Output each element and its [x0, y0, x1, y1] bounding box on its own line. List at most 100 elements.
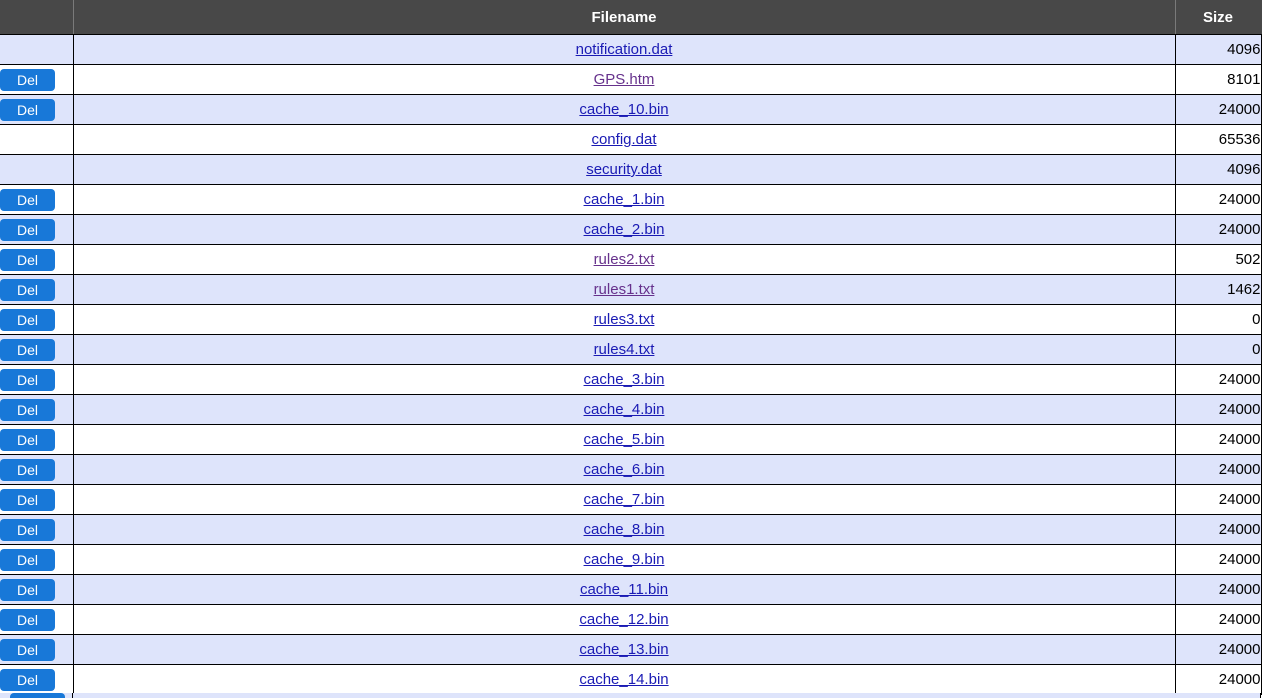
file-link[interactable]: cache_12.bin — [579, 611, 668, 628]
row-action-cell: Del — [0, 634, 74, 665]
row-size-cell: 4096 — [1175, 34, 1262, 65]
delete-button[interactable]: Del — [10, 693, 65, 698]
delete-button[interactable]: Del — [0, 308, 55, 331]
row-size-cell: 24000 — [1175, 184, 1262, 215]
row-filename-cell: cache_14.bin — [73, 664, 1176, 695]
table-row: Del rules3.txt 0 — [0, 304, 1262, 335]
delete-button[interactable]: Del — [0, 188, 55, 211]
table-row: Del rules4.txt 0 — [0, 334, 1262, 365]
table-row: Del GPS.htm 8101 — [0, 64, 1262, 95]
file-link[interactable]: GPS.htm — [594, 71, 655, 88]
file-link[interactable]: cache_2.bin — [584, 221, 665, 238]
row-size-cell: 4096 — [1175, 154, 1262, 185]
column-header-action — [0, 0, 74, 35]
table-row: config.dat 65536 — [0, 124, 1262, 155]
file-link[interactable]: cache_6.bin — [584, 461, 665, 478]
file-link[interactable]: cache_11.bin — [580, 581, 668, 598]
column-header-size: Size — [1175, 0, 1262, 35]
delete-button[interactable]: Del — [0, 638, 55, 661]
file-link[interactable]: cache_13.bin — [579, 641, 668, 658]
delete-button[interactable]: Del — [0, 368, 55, 391]
table-row: Del cache_12.bin 24000 — [0, 604, 1262, 635]
clipped-action-cell: Del — [0, 693, 73, 698]
row-action-cell — [0, 154, 74, 185]
file-link[interactable]: cache_14.bin — [579, 671, 668, 688]
table-row: Del cache_4.bin 24000 — [0, 394, 1262, 425]
row-size-cell: 65536 — [1175, 124, 1262, 155]
row-size-cell: 24000 — [1175, 544, 1262, 575]
file-link[interactable]: cache_1.bin — [584, 191, 665, 208]
row-size-cell: 0 — [1175, 334, 1262, 365]
row-action-cell: Del — [0, 244, 74, 275]
file-link[interactable]: rules4.txt — [594, 341, 655, 358]
row-action-cell — [0, 124, 74, 155]
delete-button[interactable]: Del — [0, 428, 55, 451]
row-size-cell: 24000 — [1175, 94, 1262, 125]
delete-button[interactable]: Del — [0, 338, 55, 361]
table-header: Filename Size — [0, 0, 1262, 35]
file-link[interactable]: cache_5.bin — [584, 431, 665, 448]
file-link[interactable]: notification.dat — [576, 41, 673, 58]
delete-button[interactable]: Del — [0, 68, 55, 91]
row-filename-cell: config.dat — [73, 124, 1176, 155]
delete-button[interactable]: Del — [0, 398, 55, 421]
row-size-cell: 24000 — [1175, 364, 1262, 395]
row-filename-cell: cache_6.bin — [73, 454, 1176, 485]
row-action-cell: Del — [0, 544, 74, 575]
row-action-cell: Del — [0, 424, 74, 455]
row-filename-cell: cache_10.bin — [73, 94, 1176, 125]
delete-button[interactable]: Del — [0, 458, 55, 481]
table-row: Del cache_8.bin 24000 — [0, 514, 1262, 545]
file-link[interactable]: cache_4.bin — [584, 401, 665, 418]
column-header-filename: Filename — [73, 0, 1176, 35]
delete-button[interactable]: Del — [0, 488, 55, 511]
file-link[interactable]: rules3.txt — [594, 311, 655, 328]
row-action-cell: Del — [0, 664, 74, 695]
delete-button[interactable]: Del — [0, 518, 55, 541]
row-filename-cell: cache_4.bin — [73, 394, 1176, 425]
row-filename-cell: security.dat — [73, 154, 1176, 185]
file-link[interactable]: cache_9.bin — [584, 551, 665, 568]
row-size-cell: 8101 — [1175, 64, 1262, 95]
file-link[interactable]: cache_8.bin — [584, 521, 665, 538]
row-filename-cell: cache_13.bin — [73, 634, 1176, 665]
row-filename-cell: cache_11.bin — [73, 574, 1176, 605]
file-link[interactable]: rules1.txt — [594, 281, 655, 298]
delete-button[interactable]: Del — [0, 578, 55, 601]
row-action-cell: Del — [0, 484, 74, 515]
row-size-cell: 24000 — [1175, 574, 1262, 605]
row-size-cell: 24000 — [1175, 634, 1262, 665]
row-size-cell: 502 — [1175, 244, 1262, 275]
file-link[interactable]: rules2.txt — [594, 251, 655, 268]
row-size-cell: 24000 — [1175, 664, 1262, 695]
file-link[interactable]: cache_10.bin — [579, 101, 668, 118]
row-action-cell: Del — [0, 364, 74, 395]
file-link[interactable]: cache_3.bin — [584, 371, 665, 388]
table-row: Del cache_2.bin 24000 — [0, 214, 1262, 245]
file-link[interactable]: cache_7.bin — [584, 491, 665, 508]
row-filename-cell: rules4.txt — [73, 334, 1176, 365]
row-size-cell: 24000 — [1175, 214, 1262, 245]
row-size-cell: 24000 — [1175, 454, 1262, 485]
row-action-cell: Del — [0, 394, 74, 425]
table-row: Del cache_1.bin 24000 — [0, 184, 1262, 215]
row-filename-cell: cache_5.bin — [73, 424, 1176, 455]
table-row: Del cache_7.bin 24000 — [0, 484, 1262, 515]
delete-button[interactable]: Del — [0, 278, 55, 301]
row-size-cell: 24000 — [1175, 394, 1262, 425]
row-size-cell: 0 — [1175, 304, 1262, 335]
table-row: Del rules2.txt 502 — [0, 244, 1262, 275]
table-row: security.dat 4096 — [0, 154, 1262, 185]
row-filename-cell: cache_9.bin — [73, 544, 1176, 575]
row-action-cell: Del — [0, 454, 74, 485]
delete-button[interactable]: Del — [0, 608, 55, 631]
file-link[interactable]: config.dat — [591, 131, 656, 148]
delete-button[interactable]: Del — [0, 248, 55, 271]
table-row: Del cache_6.bin 24000 — [0, 454, 1262, 485]
file-link[interactable]: security.dat — [586, 161, 662, 178]
delete-button[interactable]: Del — [0, 218, 55, 241]
delete-button[interactable]: Del — [0, 668, 55, 691]
delete-button[interactable]: Del — [0, 548, 55, 571]
row-filename-cell: rules2.txt — [73, 244, 1176, 275]
delete-button[interactable]: Del — [0, 98, 55, 121]
